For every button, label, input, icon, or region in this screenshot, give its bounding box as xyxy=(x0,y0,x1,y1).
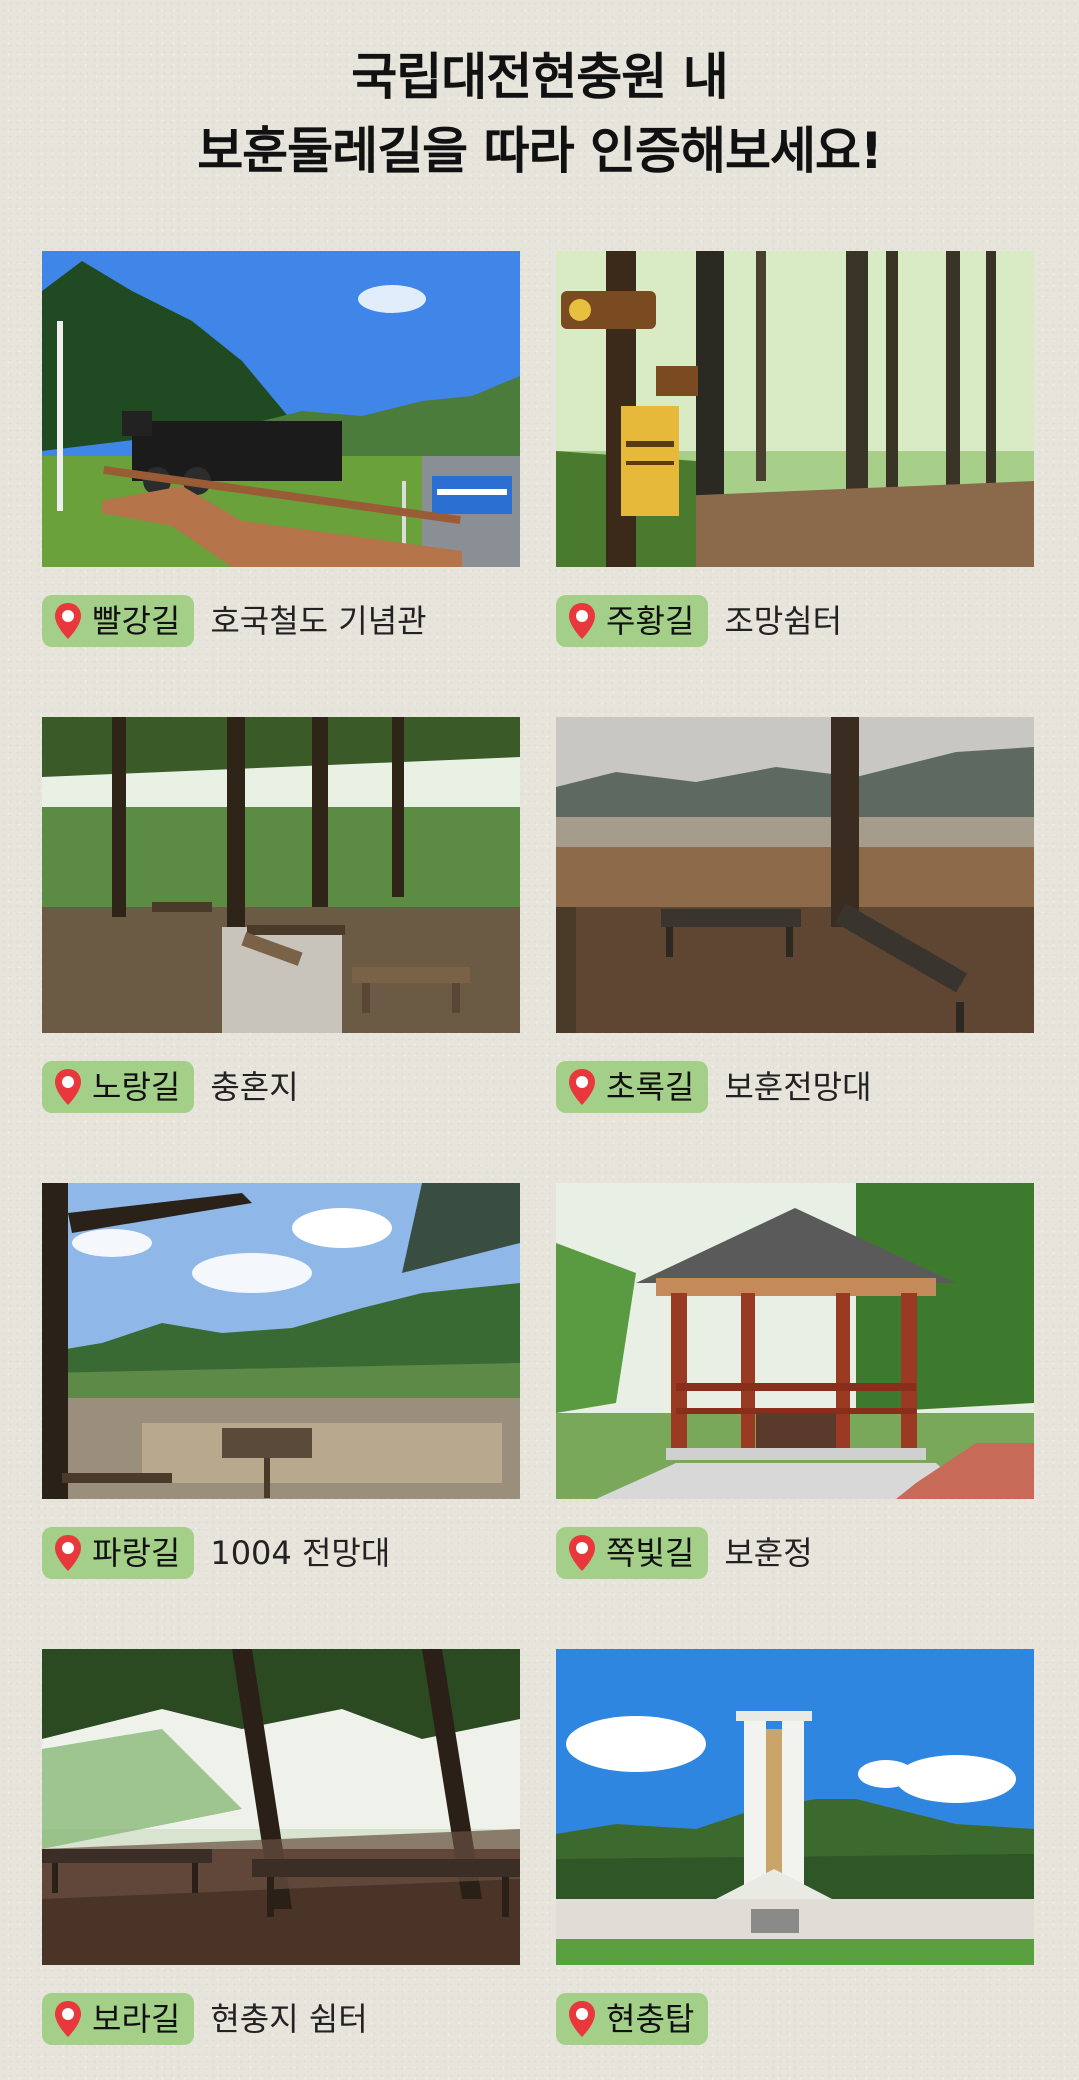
trail-badge[interactable]: 보라길 xyxy=(42,1993,195,2045)
trail-photo-green xyxy=(556,717,1034,1033)
trail-name: 주황길 xyxy=(606,602,695,640)
map-pin-icon xyxy=(569,603,595,639)
map-pin-icon xyxy=(55,603,81,639)
place-name: 충혼지 xyxy=(210,1068,299,1106)
trail-name: 빨강길 xyxy=(92,602,181,640)
trail-badge[interactable]: 파랑길 xyxy=(42,1527,195,1579)
caption-yellow: 노랑길 충혼지 xyxy=(42,1061,299,1113)
trail-badge[interactable]: 노랑길 xyxy=(42,1061,195,1113)
caption-green: 초록길 보훈전망대 xyxy=(556,1061,872,1113)
title-line-2: 보훈둘레길을 따라 인증해보세요! xyxy=(197,122,883,180)
trail-name: 쪽빛길 xyxy=(606,1534,695,1572)
caption-red: 빨강길 호국철도 기념관 xyxy=(42,595,427,647)
place-name: 조망쉼터 xyxy=(724,602,843,640)
place-name: 현충지 쉼터 xyxy=(210,2000,368,2038)
trail-badge[interactable]: 초록길 xyxy=(556,1061,709,1113)
page-title: 국립대전현충원 내 보훈둘레길을 따라 인증해보세요! xyxy=(0,40,1079,188)
trail-name: 초록길 xyxy=(606,1068,695,1106)
trail-card-red[interactable]: 빨강길 호국철도 기념관 xyxy=(42,251,520,647)
place-name: 보훈정 xyxy=(724,1534,813,1572)
place-name: 호국철도 기념관 xyxy=(210,602,427,640)
trail-card-purple[interactable]: 보라길 현충지 쉼터 xyxy=(42,1649,520,2045)
trail-photo-purple xyxy=(42,1649,520,1965)
trail-name: 파랑길 xyxy=(92,1534,181,1572)
trail-card-blue[interactable]: 파랑길 1004 전망대 xyxy=(42,1183,520,1579)
map-pin-icon xyxy=(569,1069,595,1105)
trail-card-memorial-tower[interactable]: 현충탑 xyxy=(556,1649,1034,2045)
place-name: 1004 전망대 xyxy=(210,1534,391,1572)
caption-indigo: 쪽빛길 보훈정 xyxy=(556,1527,813,1579)
caption-memorial-tower: 현충탑 xyxy=(556,1993,724,2045)
trail-photo-red xyxy=(42,251,520,567)
trail-photo-indigo xyxy=(556,1183,1034,1499)
caption-orange: 주황길 조망쉼터 xyxy=(556,595,842,647)
map-pin-icon xyxy=(569,2001,595,2037)
map-pin-icon xyxy=(55,1069,81,1105)
map-pin-icon xyxy=(55,2001,81,2037)
trail-photo-blue xyxy=(42,1183,520,1499)
trail-name: 노랑길 xyxy=(92,1068,181,1106)
trail-card-green[interactable]: 초록길 보훈전망대 xyxy=(556,717,1034,1113)
caption-purple: 보라길 현충지 쉼터 xyxy=(42,1993,368,2045)
trail-card-yellow[interactable]: 노랑길 충혼지 xyxy=(42,717,520,1113)
map-pin-icon xyxy=(569,1535,595,1571)
title-line-1: 국립대전현충원 내 xyxy=(351,48,728,106)
trail-badge[interactable]: 쪽빛길 xyxy=(556,1527,709,1579)
map-pin-icon xyxy=(55,1535,81,1571)
trail-badge[interactable]: 현충탑 xyxy=(556,1993,709,2045)
trail-name: 현충탑 xyxy=(606,2000,695,2038)
trail-name: 보라길 xyxy=(92,2000,181,2038)
trail-photo-memorial-tower xyxy=(556,1649,1034,1965)
trail-card-orange[interactable]: 주황길 조망쉼터 xyxy=(556,251,1034,647)
trail-badge[interactable]: 빨강길 xyxy=(42,595,195,647)
trail-card-indigo[interactable]: 쪽빛길 보훈정 xyxy=(556,1183,1034,1579)
place-name: 보훈전망대 xyxy=(724,1068,872,1106)
trail-photo-orange xyxy=(556,251,1034,567)
trail-photo-yellow xyxy=(42,717,520,1033)
trail-badge[interactable]: 주황길 xyxy=(556,595,709,647)
caption-blue: 파랑길 1004 전망대 xyxy=(42,1527,390,1579)
